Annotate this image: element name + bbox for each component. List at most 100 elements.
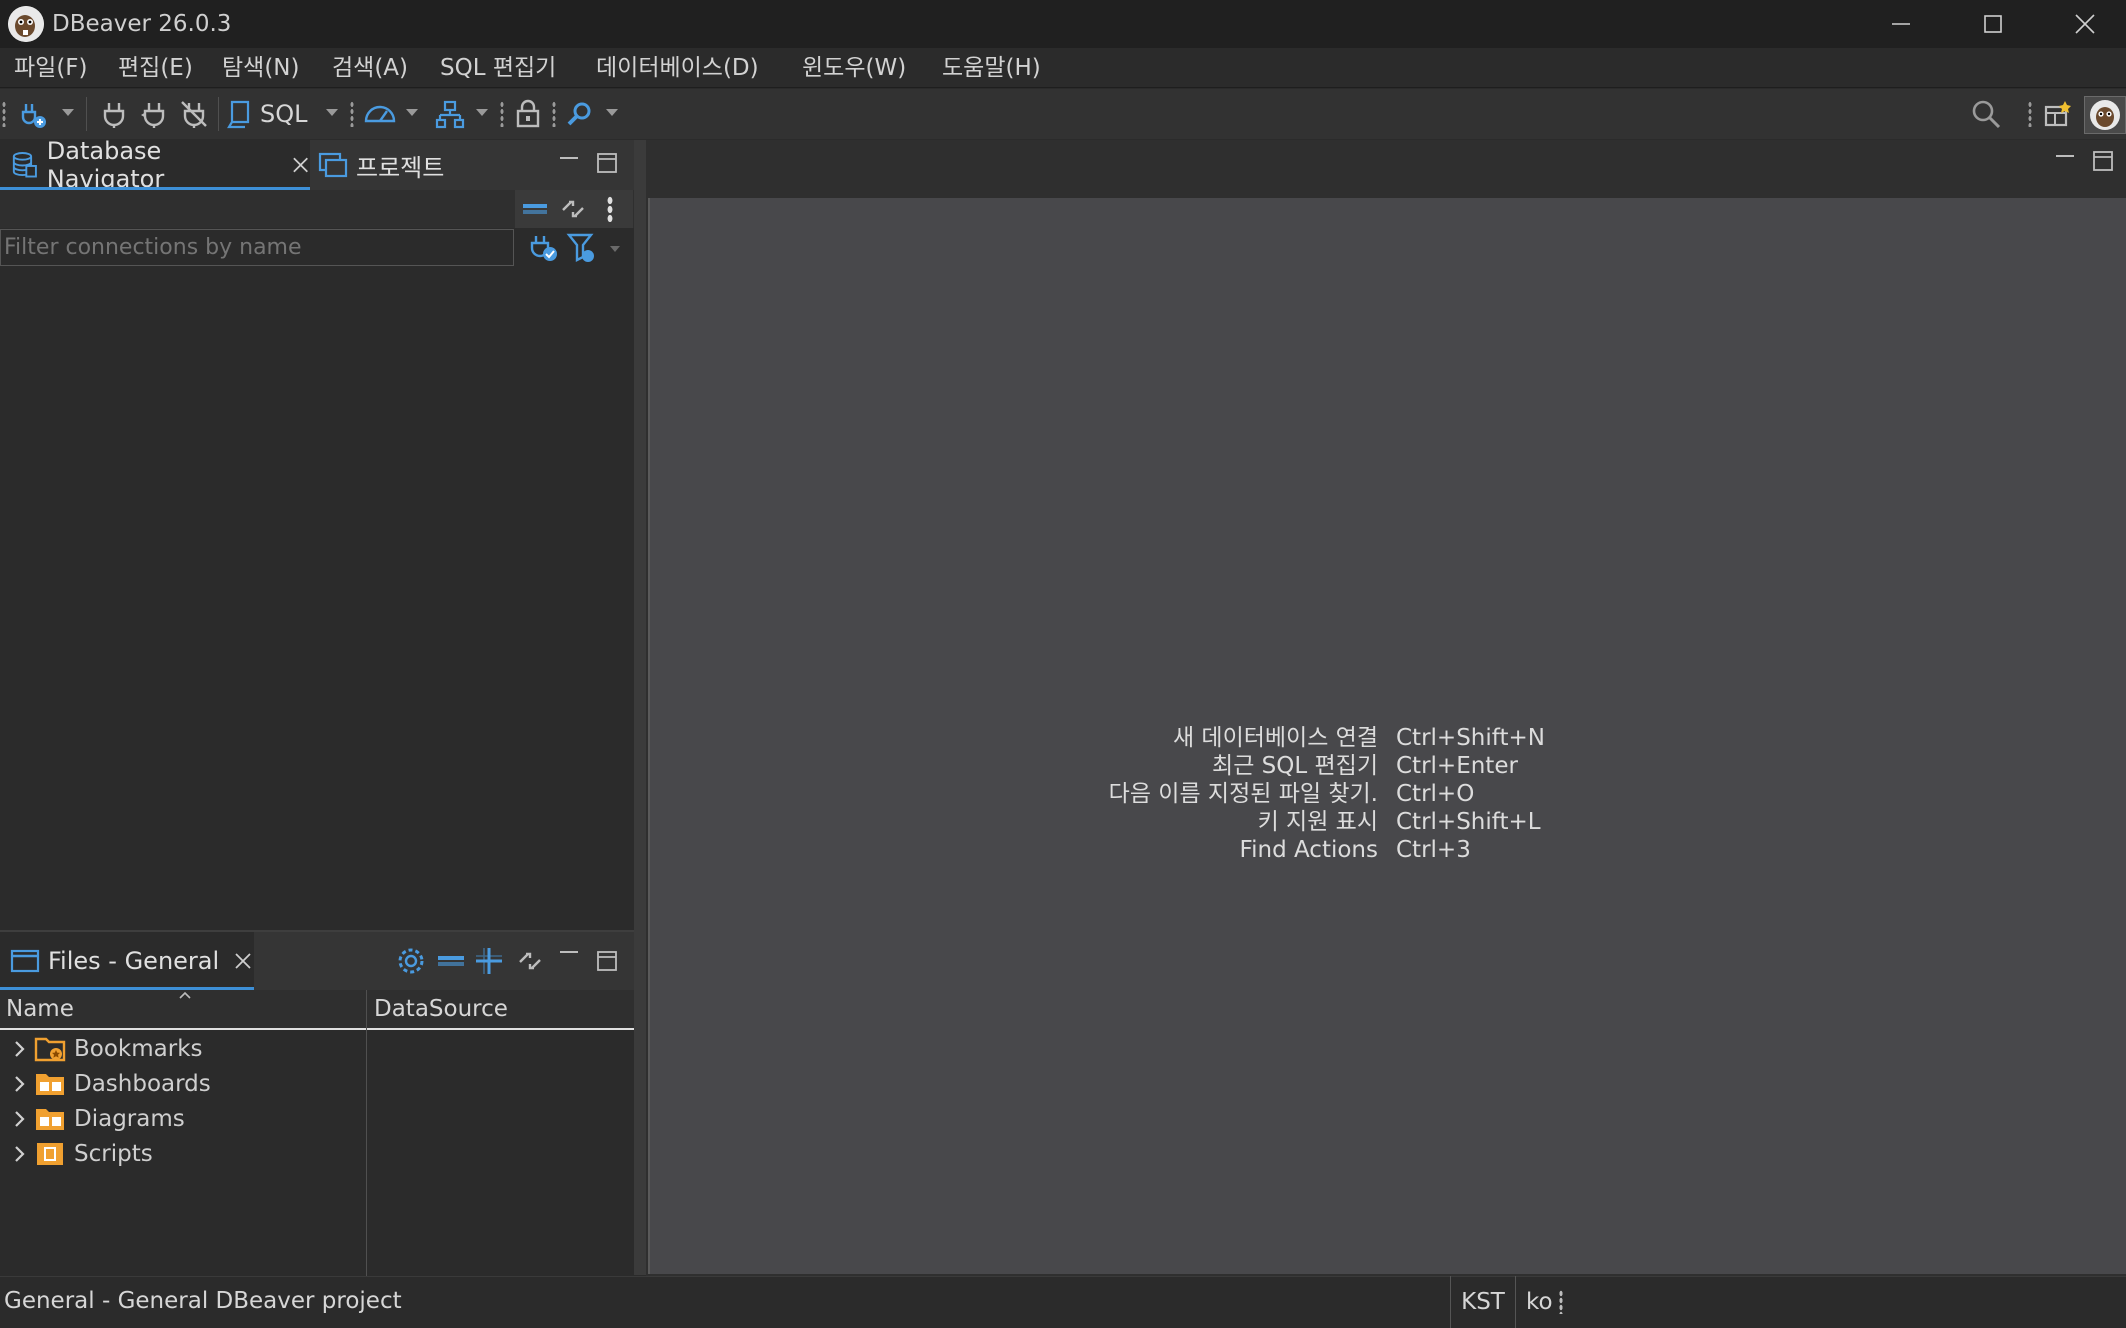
- shortcut-key: Ctrl+3: [1396, 837, 1471, 863]
- link-with-editor-icon[interactable]: [516, 948, 544, 974]
- close-tab-icon[interactable]: [233, 951, 253, 971]
- tree-item-dashboards[interactable]: Dashboards: [0, 1067, 366, 1101]
- shortcut-label: 새 데이터베이스 연결: [1172, 725, 1378, 751]
- tab-files-general[interactable]: Files - General: [0, 932, 254, 990]
- menu-database[interactable]: 데이터베이스(D): [594, 52, 761, 84]
- files-tree: Bookmarks Dashboards Diagrams Scripts: [0, 1032, 634, 1276]
- tab-database-navigator[interactable]: Database Navigator: [0, 137, 310, 193]
- transaction-dropdown[interactable]: [476, 109, 488, 116]
- close-tab-icon[interactable]: [291, 155, 310, 175]
- tree-item-diagrams[interactable]: Diagrams: [0, 1102, 366, 1136]
- files-table-header: Name DataSource: [0, 990, 634, 1030]
- menu-sql-editor[interactable]: SQL 편집기: [438, 52, 558, 84]
- maximize-button[interactable]: [1947, 0, 2039, 48]
- close-button[interactable]: [2039, 0, 2126, 48]
- maximize-editor-icon[interactable]: [2092, 150, 2114, 172]
- minimize-view-icon[interactable]: [558, 946, 580, 968]
- chevron-right-icon[interactable]: [10, 1039, 30, 1059]
- dbeaver-logo-icon: [8, 6, 44, 42]
- toolbar-grip[interactable]: [500, 101, 504, 127]
- chevron-right-icon[interactable]: [10, 1074, 30, 1094]
- status-locale[interactable]: ko: [1526, 1276, 1566, 1328]
- filter-icon[interactable]: [566, 232, 598, 264]
- dbeaver-perspective-button[interactable]: [2084, 96, 2126, 134]
- collapse-all-icon[interactable]: [521, 198, 549, 220]
- menu-search[interactable]: 검색(A): [330, 52, 410, 84]
- database-icon: [12, 152, 37, 178]
- connected-filter-icon[interactable]: [528, 232, 560, 264]
- toolbar-grip[interactable]: [2028, 101, 2032, 127]
- minimize-view-icon[interactable]: [558, 150, 580, 172]
- filter-connections-input[interactable]: [0, 229, 514, 266]
- reconnect-button[interactable]: [136, 96, 172, 132]
- menu-edit[interactable]: 편집(E): [116, 52, 195, 84]
- tree-item-scripts[interactable]: Scripts: [0, 1137, 366, 1171]
- dashboard-dropdown[interactable]: [406, 109, 418, 116]
- connect-button[interactable]: [96, 96, 132, 132]
- column-header-datasource[interactable]: DataSource: [374, 996, 508, 1022]
- sql-editor-dropdown[interactable]: [326, 109, 338, 116]
- status-locale-label: ko: [1526, 1289, 1553, 1315]
- view-menu-icon[interactable]: [607, 196, 613, 222]
- shortcut-key: Ctrl+Shift+N: [1396, 725, 1545, 751]
- minimize-button[interactable]: [1855, 0, 1947, 48]
- column-divider[interactable]: [366, 990, 367, 1276]
- chevron-right-icon[interactable]: [10, 1109, 30, 1129]
- link-with-editor-icon[interactable]: [559, 196, 587, 222]
- status-project-text: General - General DBeaver project: [4, 1288, 402, 1314]
- reconnect-icon: [141, 103, 165, 128]
- tree-item-label: Scripts: [74, 1141, 153, 1167]
- disconnect-button[interactable]: [176, 96, 212, 132]
- tree-item-bookmarks[interactable]: Bookmarks: [0, 1032, 366, 1066]
- lock-button[interactable]: [510, 96, 546, 132]
- new-connection-dropdown[interactable]: [62, 109, 74, 116]
- scripts-folder-icon: [37, 1143, 63, 1165]
- sql-editor-button[interactable]: SQL: [226, 96, 310, 132]
- maximize-icon: [1984, 15, 2002, 33]
- menu-navigate[interactable]: 탐색(N): [220, 52, 301, 84]
- filter-dropdown[interactable]: [610, 246, 620, 252]
- open-perspective-button[interactable]: [2038, 96, 2078, 132]
- dashboard-icon: [364, 105, 396, 123]
- menu-help[interactable]: 도움말(H): [940, 52, 1043, 84]
- perspective-icon: [2044, 101, 2071, 127]
- sql-button-label: SQL: [260, 100, 308, 128]
- toolbar-grip[interactable]: [2, 101, 6, 127]
- panel-splitter[interactable]: [634, 140, 646, 1275]
- settings-gear-icon[interactable]: [396, 946, 426, 976]
- connect-icon: [103, 103, 125, 128]
- shortcut-row: Find Actions Ctrl+3: [1030, 836, 1590, 864]
- chevron-right-icon[interactable]: [10, 1144, 30, 1164]
- toolbar-separator: [86, 97, 87, 131]
- minimize-editor-icon[interactable]: [2054, 148, 2076, 170]
- column-header-name[interactable]: Name: [6, 996, 74, 1022]
- tab-projects[interactable]: 프로젝트: [312, 140, 472, 190]
- transaction-button[interactable]: [430, 96, 470, 132]
- status-menu-grip[interactable]: [1558, 1290, 1563, 1314]
- maximize-view-icon[interactable]: [596, 950, 618, 972]
- shortcut-row: 최근 SQL 편집기 Ctrl+Enter: [1030, 752, 1590, 780]
- global-search-button[interactable]: [1966, 96, 2006, 132]
- tree-item-label: Dashboards: [74, 1071, 211, 1097]
- toolbar-grip[interactable]: [552, 101, 556, 127]
- menu-bar: 파일(F) 편집(E) 탐색(N) 검색(A) SQL 편집기 데이터베이스(D…: [0, 48, 2126, 88]
- global-search-icon: [1972, 100, 2001, 129]
- search-dropdown[interactable]: [606, 109, 618, 116]
- diagrams-folder-icon: [36, 1109, 64, 1130]
- expand-all-icon[interactable]: [474, 946, 504, 976]
- dashboards-folder-icon: [36, 1074, 64, 1095]
- tree-item-label: Diagrams: [74, 1106, 185, 1132]
- shortcut-label: 키 지원 표시: [1257, 809, 1378, 835]
- maximize-view-icon[interactable]: [596, 152, 618, 174]
- shortcut-key: Ctrl+Enter: [1396, 753, 1518, 779]
- new-connection-button[interactable]: [14, 96, 54, 132]
- search-toolbar-button[interactable]: [562, 96, 598, 132]
- menu-window[interactable]: 윈도우(W): [800, 52, 908, 84]
- menu-file[interactable]: 파일(F): [12, 52, 90, 84]
- status-timezone[interactable]: KST: [1450, 1276, 1516, 1328]
- toolbar-grip[interactable]: [350, 101, 354, 127]
- collapse-all-icon[interactable]: [436, 948, 466, 974]
- avatar-icon: [2090, 100, 2120, 130]
- dashboard-button[interactable]: [360, 96, 400, 132]
- shortcut-label: 다음 이름 지정된 파일 찾기.: [1108, 781, 1378, 807]
